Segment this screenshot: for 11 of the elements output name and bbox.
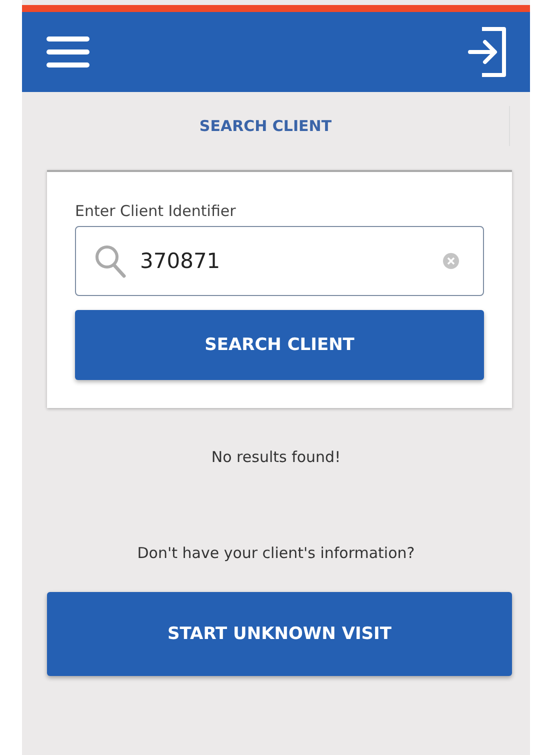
search-client-button[interactable]: SEARCH CLIENT bbox=[75, 310, 484, 380]
start-unknown-visit-button[interactable]: START UNKNOWN VISIT bbox=[47, 592, 512, 676]
prompt-text: Don't have your client's information? bbox=[136, 544, 416, 562]
tab[interactable]: SEARCH CLIENT bbox=[22, 117, 509, 135]
client-id-field[interactable]: 370871 bbox=[75, 226, 484, 296]
result-message: No results found! bbox=[210, 448, 342, 466]
menu-icon[interactable] bbox=[46, 35, 90, 69]
sign-in-icon[interactable] bbox=[468, 26, 508, 78]
field-label: Enter Client Identifier bbox=[75, 202, 237, 220]
field-value: 370871 bbox=[140, 249, 222, 273]
search-icon bbox=[94, 244, 126, 278]
